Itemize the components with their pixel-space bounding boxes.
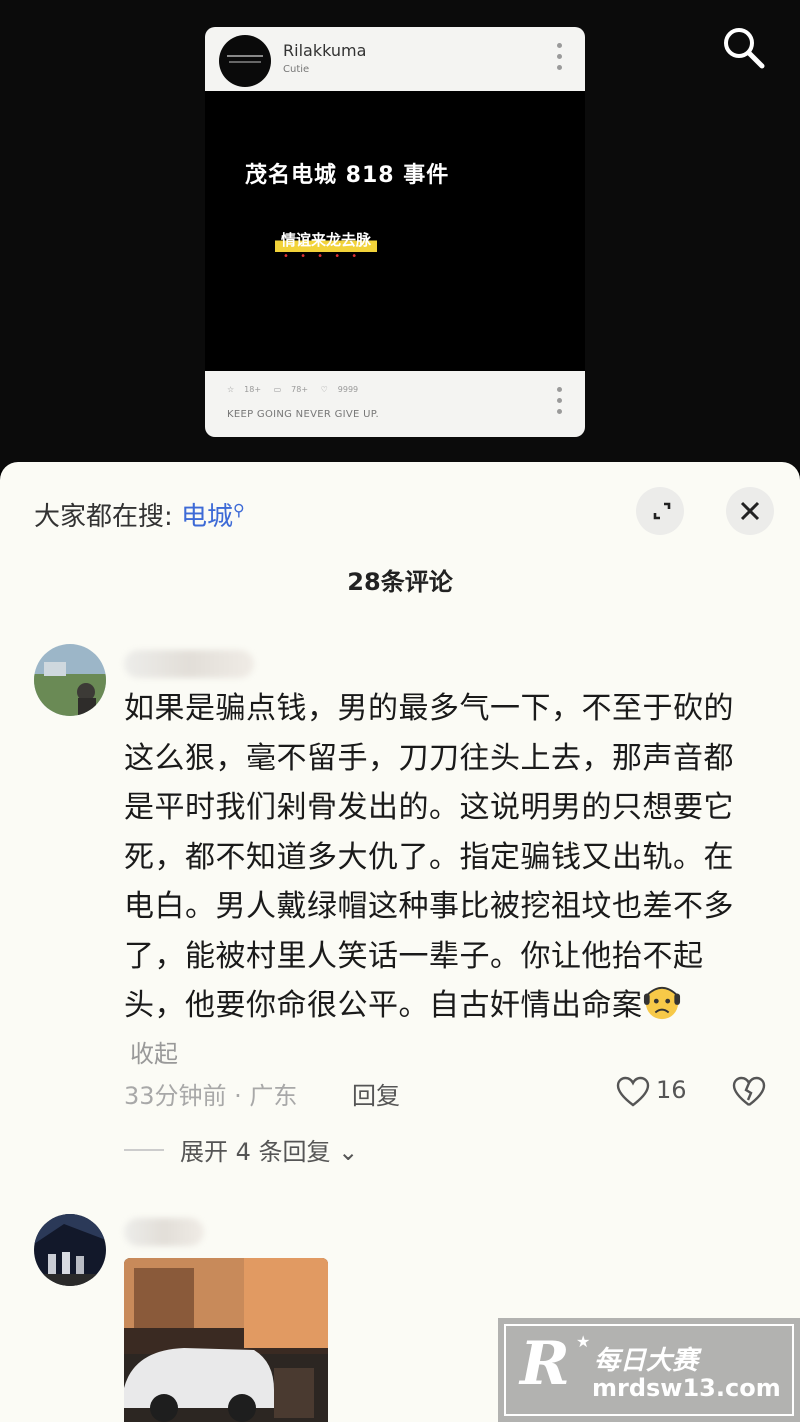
stat-comments: 78+: [291, 385, 309, 394]
comment-icon[interactable]: ▭: [274, 385, 282, 394]
star-icon: ★: [576, 1332, 591, 1351]
post-footer: ☆ 18+ ▭ 78+ ♡ 9999 KEEP GOING NEVER GIVE UP…: [205, 373, 585, 437]
comment-text: 如果是骗点钱，男的最多气一下，不至于砍的这么狠，毫不留手，刀刀往头上去，那声音都…: [124, 691, 734, 1023]
expand-icon: [653, 502, 671, 520]
stat-likes: 9999: [337, 385, 359, 394]
search-icon: [724, 28, 765, 69]
close-icon: [740, 501, 760, 521]
chevron-down-icon: ⌄: [338, 1138, 359, 1166]
account-subtitle: Cutie: [283, 64, 310, 75]
expand-replies-label: 展开 4 条回复: [180, 1138, 331, 1166]
watermark-name: 每日大赛: [594, 1346, 699, 1376]
watermark-url: mrdsw13.com: [592, 1374, 781, 1402]
collapse-link[interactable]: 收起: [130, 1034, 178, 1069]
commenter-name-blurred[interactable]: [124, 650, 254, 678]
commenter-name-blurred[interactable]: [124, 1218, 204, 1246]
account-avatar[interactable]: [219, 35, 271, 87]
tag-decoration: • • • • •: [283, 251, 362, 262]
stat-stars: 18+: [244, 385, 262, 394]
post-video[interactable]: 茂名电城 818 事件 情谊来龙去脉 • • • • •: [205, 91, 585, 371]
star-icon[interactable]: ☆: [227, 385, 234, 394]
post-header: Rilakkuma Cutie: [205, 27, 585, 89]
expand-button[interactable]: [636, 487, 684, 535]
heart-icon[interactable]: ♡: [321, 385, 328, 394]
hot-search-prefix: 大家都在搜:: [34, 502, 173, 532]
expand-replies-button[interactable]: 展开 4 条回复 ⌄: [180, 1132, 358, 1167]
hot-search-keyword[interactable]: 电城: [181, 502, 233, 532]
account-name: Rilakkuma: [283, 41, 367, 60]
comment-sheet: 大家都在搜: 电城⚲ 28条评论 如果是骗点钱，男的最多气一下，不至于砍的这么狠…: [0, 462, 800, 1422]
watermark: R ★ 每日大赛 mrdsw13.com: [498, 1318, 800, 1422]
close-button[interactable]: [726, 487, 774, 535]
commenter-avatar[interactable]: [34, 644, 106, 716]
more-options-icon[interactable]: [557, 387, 563, 421]
comment-body: 如果是骗点钱，男的最多气一下，不至于砍的这么狠，毫不留手，刀刀往头上去，那声音都…: [124, 684, 764, 1031]
sad-face-emoji-icon: [643, 986, 680, 1020]
shared-post-card[interactable]: Rilakkuma Cutie 茂名电城 818 事件 情谊来龙去脉 • • •…: [205, 27, 585, 437]
watermark-logo: R: [520, 1329, 570, 1399]
video-title: 茂名电城 818 事件: [245, 163, 450, 188]
divider: [124, 1149, 164, 1151]
video-tag: 情谊来龙去脉: [275, 227, 378, 252]
more-options-icon[interactable]: [557, 43, 563, 77]
like-count: 16: [656, 1076, 687, 1104]
post-motto: KEEP GOING NEVER GIVE UP.: [227, 409, 379, 420]
hot-search-bar[interactable]: 大家都在搜: 电城⚲: [34, 496, 245, 533]
search-button[interactable]: [718, 22, 768, 72]
post-stats: ☆ 18+ ▭ 78+ ♡ 9999: [227, 385, 368, 394]
comment-meta: 33分钟前 · 广东: [124, 1082, 298, 1110]
search-small-icon: ⚲: [233, 500, 245, 520]
comment-image[interactable]: [124, 1258, 328, 1422]
broken-heart-icon[interactable]: [732, 1076, 766, 1108]
heart-icon[interactable]: [616, 1076, 650, 1108]
comment-count: 28条评论: [347, 568, 453, 596]
reply-button[interactable]: 回复: [352, 1076, 400, 1111]
commenter-avatar[interactable]: [34, 1214, 106, 1286]
